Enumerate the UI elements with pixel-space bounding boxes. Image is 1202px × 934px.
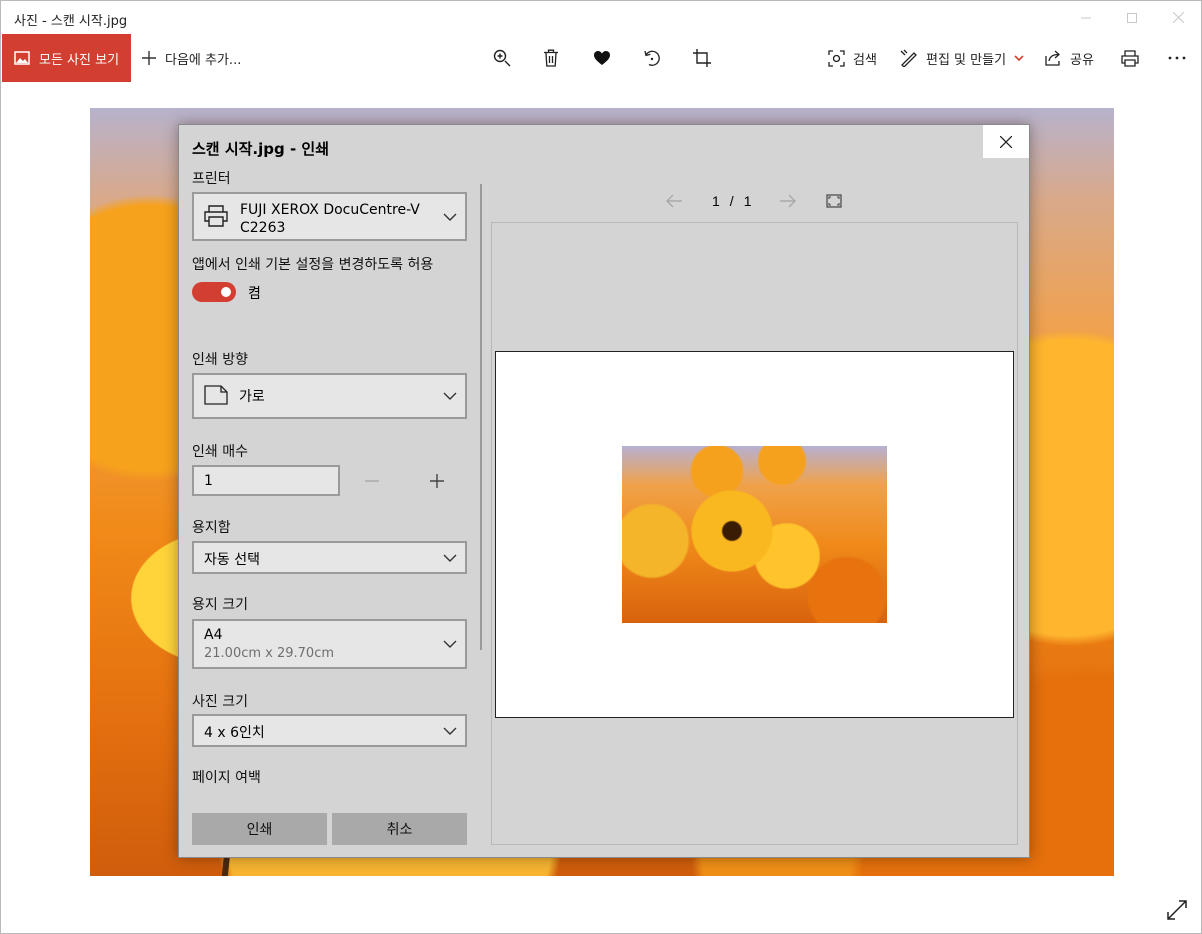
all-photos-label: 모든 사진 보기	[39, 52, 120, 68]
chevron-down-icon	[1014, 54, 1024, 61]
page-separator: /	[729, 193, 734, 209]
photo-size-label: 사진 크기	[192, 694, 248, 710]
plus-icon	[142, 51, 156, 65]
more-button[interactable]	[1165, 46, 1189, 70]
orientation-label: 인쇄 방향	[192, 352, 248, 368]
dialog-close-button[interactable]	[983, 125, 1029, 158]
copies-input[interactable]: 1	[192, 465, 340, 496]
photos-window: 사진 - 스캔 시작.jpg 모든 사진 보기 다음에 추가... 검색 편집 …	[0, 0, 1202, 934]
tray-select[interactable]: 자동 선택	[192, 541, 467, 574]
dialog-title: 스캔 시작.jpg - 인쇄	[192, 140, 330, 158]
paper-size-detail: 21.00cm x 29.70cm	[204, 646, 335, 661]
close-icon	[1172, 12, 1184, 23]
arrow-right-icon	[780, 194, 796, 208]
favorite-button[interactable]	[590, 46, 614, 70]
rotate-button[interactable]	[640, 46, 664, 70]
paper-size-label: 용지 크기	[192, 597, 248, 613]
chevron-down-icon	[443, 640, 457, 648]
paper-size-select[interactable]: A4 21.00cm x 29.70cm	[192, 619, 467, 669]
window-title: 사진 - 스캔 시작.jpg	[14, 14, 128, 29]
crop-button[interactable]	[690, 46, 714, 70]
expand-icon	[1167, 900, 1187, 920]
edit-create-label: 편집 및 만들기	[926, 52, 1007, 68]
print-confirm-button[interactable]: 인쇄	[192, 813, 327, 845]
copies-increment-button[interactable]	[429, 473, 445, 489]
arrow-left-icon	[666, 194, 682, 208]
toggle-knob	[221, 287, 231, 297]
printer-name: FUJI XEROX DocuCentre-V C2263	[240, 201, 420, 237]
minimize-icon	[1081, 17, 1091, 18]
paper-size-value: A4	[204, 627, 223, 643]
title-bar: 사진 - 스캔 시작.jpg	[1, 1, 1201, 34]
preview-page	[495, 351, 1014, 718]
copies-decrement-button[interactable]	[364, 473, 380, 489]
chevron-down-icon	[443, 727, 457, 735]
share-label: 공유	[1070, 52, 1094, 68]
edit-create-button[interactable]: 편집 및 만들기	[900, 34, 1024, 82]
photo-size-select[interactable]: 4 x 6인치	[192, 714, 467, 747]
tray-label: 용지함	[192, 520, 231, 536]
copies-label: 인쇄 매수	[192, 444, 248, 460]
trash-icon	[544, 49, 558, 67]
close-icon	[1000, 135, 1012, 148]
copies-value: 1	[204, 473, 213, 489]
all-photos-button[interactable]: 모든 사진 보기	[2, 34, 131, 82]
print-button[interactable]	[1118, 46, 1142, 70]
page-margins-label: 페이지 여백	[192, 770, 261, 786]
chevron-down-icon	[443, 392, 457, 400]
close-window-button[interactable]	[1155, 1, 1201, 34]
visual-search-icon	[828, 49, 845, 67]
photo-size-value: 4 x 6인치	[204, 725, 265, 741]
fit-page-icon	[826, 194, 842, 208]
orientation-select[interactable]: 가로	[192, 373, 467, 419]
chevron-down-icon	[443, 213, 457, 221]
page-total: 1	[743, 193, 752, 209]
zoom-button[interactable]	[490, 46, 514, 70]
zoom-in-icon	[493, 49, 511, 67]
app-toolbar: 모든 사진 보기 다음에 추가... 검색 편집 및 만들기 공유	[1, 34, 1201, 82]
plus-icon	[430, 474, 444, 488]
delete-button[interactable]	[539, 46, 563, 70]
tray-value: 자동 선택	[204, 552, 260, 568]
allow-settings-label: 앱에서 인쇄 기본 설정을 변경하도록 허용	[192, 257, 434, 273]
minus-icon	[365, 480, 379, 482]
fullscreen-button[interactable]	[1166, 899, 1188, 921]
print-dialog: 스캔 시작.jpg - 인쇄 프린터 FUJI XEROX DocuCentre…	[178, 124, 1030, 858]
maximize-button[interactable]	[1109, 1, 1155, 34]
printer-icon	[1121, 49, 1139, 67]
printer-name-line1: FUJI XEROX DocuCentre-V	[240, 202, 420, 218]
printer-select[interactable]: FUJI XEROX DocuCentre-V C2263	[192, 192, 467, 241]
maximize-icon	[1127, 12, 1137, 23]
toggle-state-label: 켬	[248, 286, 261, 302]
printer-icon	[204, 205, 228, 227]
image-icon	[14, 51, 30, 65]
minimize-button[interactable]	[1063, 1, 1109, 34]
heart-icon	[594, 51, 610, 65]
search-label: 검색	[853, 52, 877, 68]
rotate-icon	[644, 50, 660, 66]
orientation-value: 가로	[239, 389, 265, 405]
next-page-button[interactable]	[779, 191, 797, 211]
prev-page-button[interactable]	[665, 191, 683, 211]
cancel-button[interactable]: 취소	[332, 813, 467, 845]
fit-page-button[interactable]	[826, 191, 842, 211]
search-button[interactable]: 검색	[828, 34, 877, 82]
add-to-button[interactable]: 다음에 추가...	[141, 34, 241, 82]
chevron-down-icon	[443, 554, 457, 562]
preview-image	[622, 446, 887, 623]
share-button[interactable]: 공유	[1045, 34, 1094, 82]
page-current: 1	[712, 193, 720, 209]
more-icon	[1168, 56, 1186, 60]
crop-icon	[693, 49, 711, 67]
page-indicator: 1 / 1	[712, 191, 751, 211]
add-to-label: 다음에 추가...	[165, 52, 242, 68]
share-icon	[1045, 50, 1060, 66]
edit-icon	[900, 49, 917, 67]
allow-settings-toggle[interactable]	[192, 282, 236, 302]
settings-scrollbar[interactable]	[480, 184, 482, 650]
page-landscape-icon	[204, 385, 228, 405]
printer-label: 프린터	[192, 171, 231, 187]
printer-name-line2: C2263	[240, 220, 286, 236]
